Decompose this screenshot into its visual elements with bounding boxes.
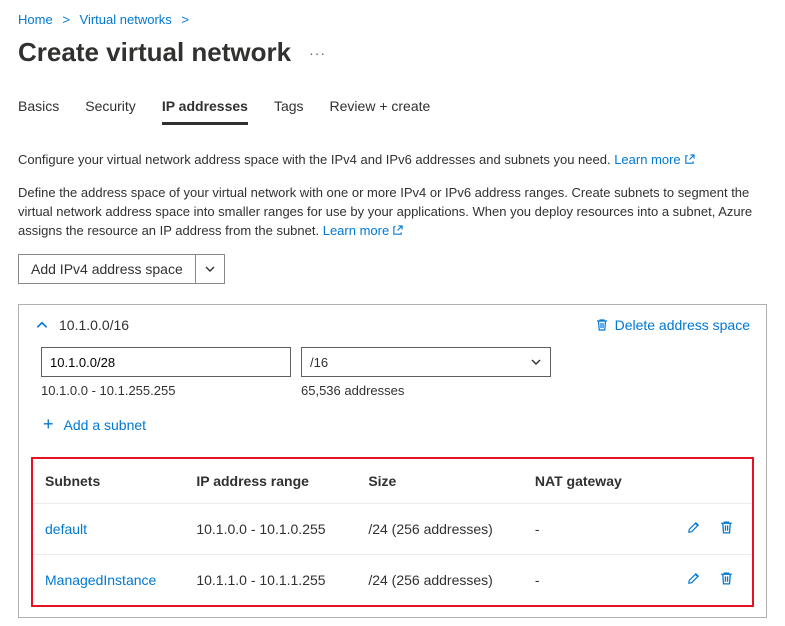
learn-more-link-2[interactable]: Learn more [323, 223, 403, 238]
external-link-icon [392, 225, 403, 236]
delete-subnet-button[interactable] [719, 520, 734, 535]
trash-icon [719, 571, 734, 586]
address-space-cidr: 10.1.0.0/16 [59, 317, 129, 333]
breadcrumb-sep: > [62, 12, 70, 27]
subnet-nat: - [523, 555, 646, 606]
address-range-text: 10.1.0.0 - 10.1.255.255 [41, 383, 291, 398]
plus-icon: + [43, 414, 54, 435]
learn-more-link-1[interactable]: Learn more [614, 152, 694, 167]
page-title: Create virtual network [18, 37, 291, 68]
add-subnet-label: Add a subnet [64, 417, 147, 433]
subnet-nat: - [523, 504, 646, 555]
tab-ip-addresses[interactable]: IP addresses [162, 98, 248, 125]
pencil-icon [686, 571, 701, 586]
intro-text-1: Configure your virtual network address s… [18, 151, 758, 170]
tab-tags[interactable]: Tags [274, 98, 304, 125]
breadcrumb-home[interactable]: Home [18, 12, 53, 27]
chevron-down-icon [204, 263, 216, 275]
add-address-space-split-button: Add IPv4 address space [18, 254, 225, 284]
mask-value: /16 [310, 355, 328, 370]
subnets-table: Subnets IP address range Size NAT gatewa… [33, 459, 752, 605]
more-menu-icon[interactable]: ··· [309, 45, 326, 61]
edit-subnet-button[interactable] [686, 571, 701, 586]
trash-icon [719, 520, 734, 535]
col-size: Size [356, 459, 523, 504]
breadcrumb-vnets[interactable]: Virtual networks [80, 12, 172, 27]
col-subnets: Subnets [33, 459, 184, 504]
delete-address-space-label: Delete address space [615, 317, 750, 333]
intro-text-1-body: Configure your virtual network address s… [18, 152, 614, 167]
delete-address-space-button[interactable]: Delete address space [595, 317, 750, 333]
add-subnet-button[interactable]: + Add a subnet [43, 414, 750, 435]
subnet-size: /24 (256 addresses) [356, 504, 523, 555]
col-nat: NAT gateway [523, 459, 646, 504]
table-row: ManagedInstance 10.1.1.0 - 10.1.1.255 /2… [33, 555, 752, 606]
breadcrumb-sep: > [181, 12, 189, 27]
col-actions [646, 459, 752, 504]
chevron-down-icon [530, 356, 542, 368]
intro-text-2: Define the address space of your virtual… [18, 184, 758, 241]
address-space-ip-input[interactable] [41, 347, 291, 377]
tab-basics[interactable]: Basics [18, 98, 59, 125]
address-space-panel: 10.1.0.0/16 Delete address space /16 10.… [18, 304, 767, 618]
subnet-range: 10.1.0.0 - 10.1.0.255 [184, 504, 356, 555]
breadcrumb: Home > Virtual networks > [18, 8, 767, 37]
subnet-range: 10.1.1.0 - 10.1.1.255 [184, 555, 356, 606]
address-space-mask-select[interactable]: /16 [301, 347, 551, 377]
add-address-space-dropdown[interactable] [196, 255, 224, 283]
address-count-text: 65,536 addresses [301, 383, 404, 398]
subnet-link[interactable]: ManagedInstance [45, 572, 156, 588]
chevron-up-icon [35, 318, 49, 332]
table-row: default 10.1.0.0 - 10.1.0.255 /24 (256 a… [33, 504, 752, 555]
subnet-link[interactable]: default [45, 521, 87, 537]
col-range: IP address range [184, 459, 356, 504]
subnet-size: /24 (256 addresses) [356, 555, 523, 606]
subnets-table-highlight: Subnets IP address range Size NAT gatewa… [31, 457, 754, 607]
pencil-icon [686, 520, 701, 535]
edit-subnet-button[interactable] [686, 520, 701, 535]
external-link-icon [684, 154, 695, 165]
trash-icon [595, 318, 609, 332]
delete-subnet-button[interactable] [719, 571, 734, 586]
collapse-toggle[interactable] [35, 318, 49, 332]
tabs: Basics Security IP addresses Tags Review… [18, 98, 767, 125]
tab-review-create[interactable]: Review + create [330, 98, 431, 125]
tab-security[interactable]: Security [85, 98, 136, 125]
add-address-space-button[interactable]: Add IPv4 address space [19, 255, 195, 283]
